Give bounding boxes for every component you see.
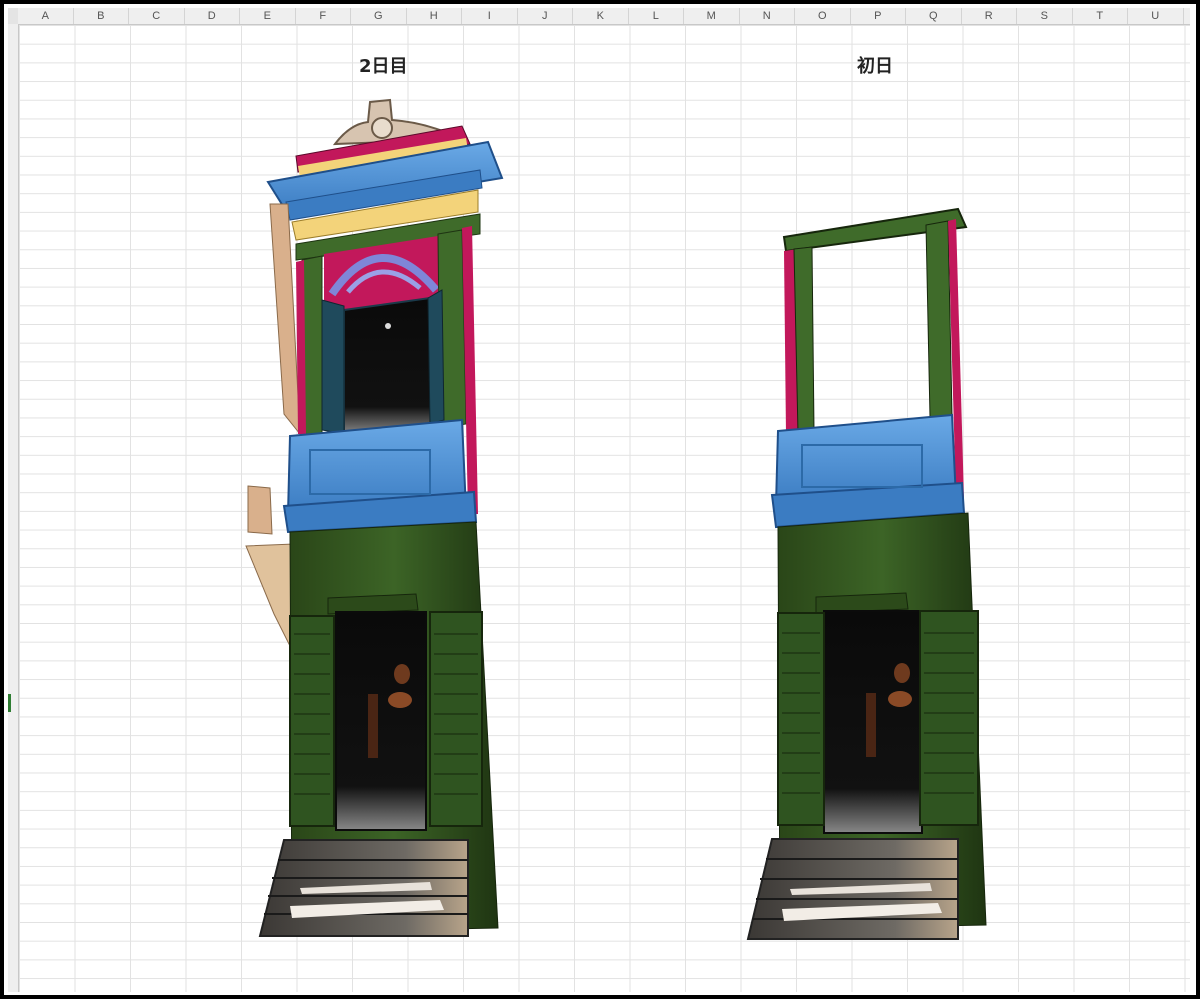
column-header-p[interactable]: P <box>851 8 906 24</box>
title-day2: 2日目 <box>359 56 408 77</box>
column-header-r[interactable]: R <box>962 8 1017 24</box>
column-header-g[interactable]: G <box>351 8 407 24</box>
spreadsheet-window: ABCDEFGHIJKLMNOPQRSTU 2日目 初日 <box>0 0 1200 999</box>
title-day1: 初日 <box>857 56 893 77</box>
column-header-j[interactable]: J <box>518 8 573 24</box>
column-header-l[interactable]: L <box>629 8 684 24</box>
column-header-e[interactable]: E <box>240 8 296 24</box>
column-header-q[interactable]: Q <box>906 8 962 24</box>
column-header-o[interactable]: O <box>795 8 851 24</box>
column-header-i[interactable]: I <box>462 8 518 24</box>
column-header-f[interactable]: F <box>296 8 351 24</box>
column-header-h[interactable]: H <box>407 8 462 24</box>
column-header-s[interactable]: S <box>1017 8 1073 24</box>
column-header-c[interactable]: C <box>129 8 185 24</box>
column-header-t[interactable]: T <box>1073 8 1128 24</box>
cell-grid[interactable] <box>19 25 1190 992</box>
building-drawing-day1[interactable] <box>742 199 992 944</box>
column-header-k[interactable]: K <box>573 8 629 24</box>
column-header-u[interactable]: U <box>1128 8 1184 24</box>
column-header-a[interactable]: A <box>18 8 74 24</box>
building-drawing-day2[interactable] <box>240 94 510 944</box>
selected-row-marker <box>8 694 11 712</box>
column-header-d[interactable]: D <box>185 8 240 24</box>
column-header-n[interactable]: N <box>740 8 795 24</box>
column-header-bar: ABCDEFGHIJKLMNOPQRSTU <box>18 8 1190 25</box>
row-header-bar <box>8 24 19 992</box>
column-header-m[interactable]: M <box>684 8 740 24</box>
column-header-b[interactable]: B <box>74 8 129 24</box>
